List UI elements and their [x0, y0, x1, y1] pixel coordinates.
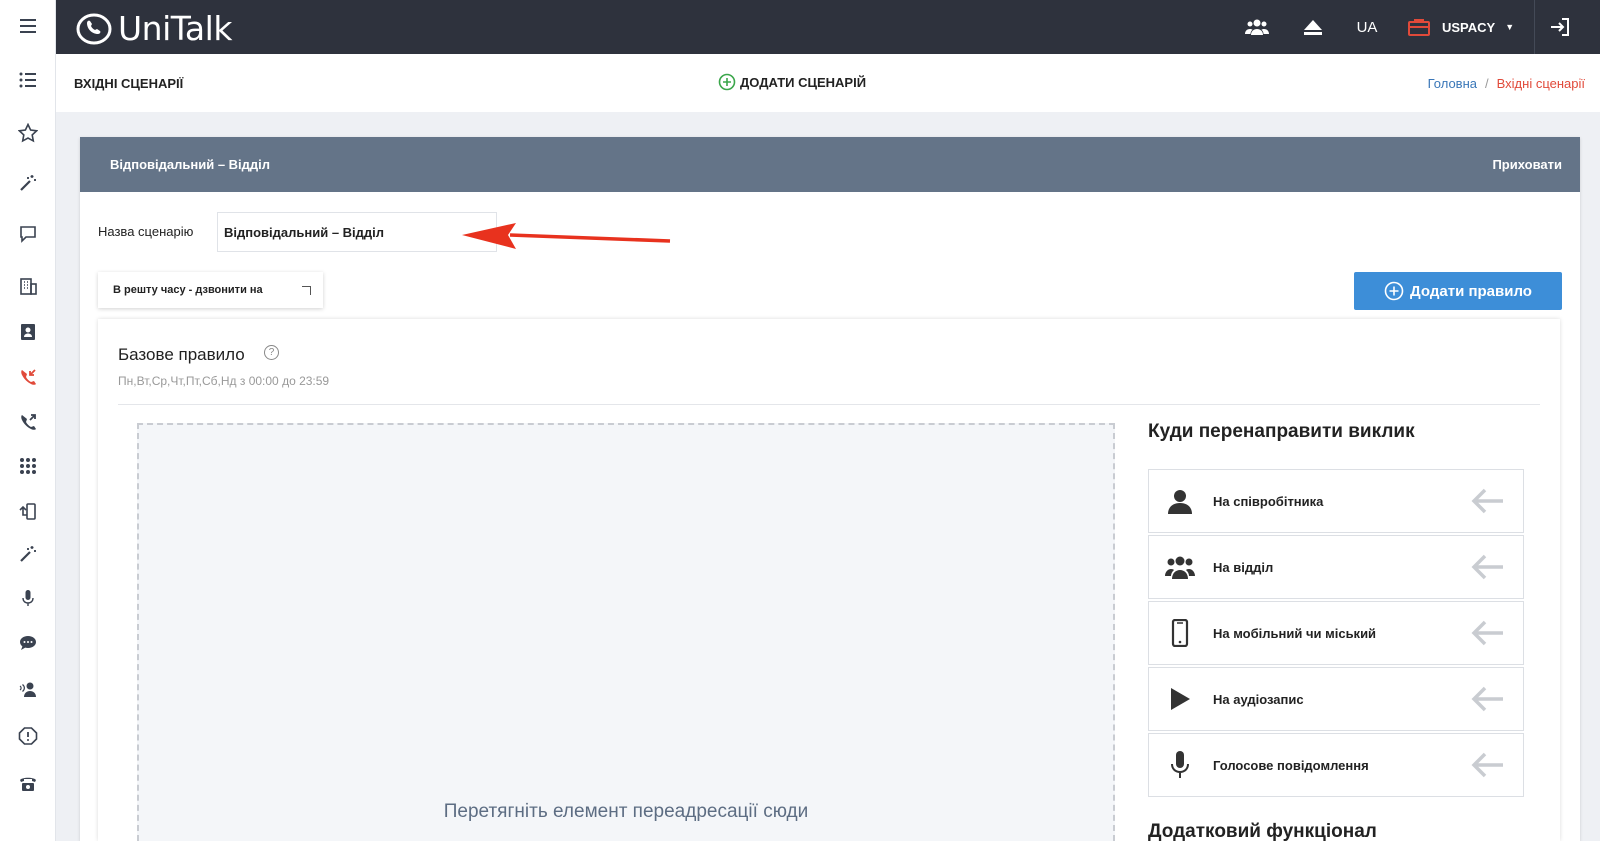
arrow-left-icon [1471, 752, 1503, 778]
contacts-icon[interactable] [0, 317, 56, 347]
microphone-icon [1165, 750, 1195, 780]
user-icon [1165, 486, 1195, 516]
logo-icon [76, 13, 112, 44]
plus-circle-icon [718, 73, 736, 91]
mobile-icon [1165, 618, 1195, 648]
company-name: USPACY [1442, 19, 1496, 35]
redirect-option-voicemail[interactable]: Голосове повідомлення [1148, 733, 1524, 797]
arrow-left-icon [1471, 554, 1503, 580]
arrow-left-icon [1471, 620, 1503, 646]
logo-text: UniTalk [118, 9, 232, 48]
chat-icon[interactable] [0, 219, 56, 249]
users-icon [1165, 552, 1195, 582]
redirect-title: Куди перенаправити виклик [1148, 421, 1415, 442]
help-icon[interactable]: ? [264, 345, 279, 360]
arrow-left-icon [1471, 488, 1503, 514]
phone-transfer-icon[interactable] [0, 496, 56, 526]
alert-icon[interactable] [0, 721, 56, 751]
logo[interactable]: UniTalk [74, 9, 232, 48]
briefcase-icon [1408, 19, 1430, 36]
rule-title: Базове правило [118, 345, 245, 364]
rest-time-label: В решту часу - дзвонити на [113, 284, 263, 296]
sidebar [0, 0, 56, 841]
annotation-arrow [462, 223, 671, 249]
incoming-call-icon[interactable] [0, 362, 56, 392]
add-rule-button[interactable]: Додати правило [1354, 272, 1562, 310]
magic-wand-icon[interactable] [0, 168, 56, 198]
magic-wand-icon[interactable] [0, 539, 56, 569]
chevron-down-icon: ▼ [1505, 22, 1515, 32]
drop-zone[interactable]: Перетягніть елемент переадресації сюди [137, 423, 1115, 841]
extra-features-title: Додатковий функціонал [1148, 821, 1377, 841]
rule-schedule: Пн,Вт,Ср,Чт,Пт,Сб,Нд з 00:00 до 23:59 [118, 374, 330, 388]
page-title: ВХІДНІ СЦЕНАРІЇ [74, 76, 184, 91]
users-icon[interactable] [1240, 0, 1274, 54]
scenario-card: Відповідальний – Відділ Приховати Назва … [80, 137, 1580, 841]
comments-icon[interactable] [0, 628, 56, 658]
add-scenario-label: ДОДАТИ СЦЕНАРІЙ [740, 74, 867, 90]
building-icon[interactable] [0, 271, 56, 301]
telephone-icon[interactable] [0, 768, 56, 798]
grid-icon[interactable] [0, 451, 56, 481]
add-rule-label: Додати правило [1410, 282, 1532, 300]
redirect-option-label: На співробітника [1213, 494, 1324, 509]
top-bar: UniTalk UA USPACY ▼ [56, 0, 1600, 54]
breadcrumb-current: Вхідні сценарії [1496, 76, 1585, 91]
divider [118, 404, 1540, 405]
rest-time-dropdown[interactable]: В решту часу - дзвонити на [98, 272, 323, 308]
plus-circle-icon [1384, 281, 1404, 301]
menu-icon[interactable] [0, 11, 56, 41]
redirect-option-employee[interactable]: На співробітника [1148, 469, 1524, 533]
card-header: Відповідальний – Відділ Приховати [80, 137, 1580, 192]
redirect-option-mobile[interactable]: На мобільний чи міський [1148, 601, 1524, 665]
page-header: ВХІДНІ СЦЕНАРІЇ ДОДАТИ СЦЕНАРІЙ Головна /… [56, 54, 1600, 112]
arrow-left-icon [1471, 686, 1503, 712]
scenario-name-label: Назва сценарію [98, 224, 194, 239]
corner-arrow-icon [302, 286, 311, 295]
scenario-name-input[interactable] [217, 212, 497, 252]
star-icon[interactable] [0, 118, 56, 148]
user-voice-icon[interactable] [0, 674, 56, 704]
redirect-option-label: Голосове повідомлення [1213, 758, 1369, 773]
eject-icon[interactable] [1296, 0, 1330, 54]
outgoing-call-icon[interactable] [0, 407, 56, 437]
play-icon [1165, 684, 1195, 714]
language-selector[interactable]: UA [1350, 0, 1384, 54]
add-scenario-button[interactable]: ДОДАТИ СЦЕНАРІЙ [718, 73, 866, 91]
hide-button[interactable]: Приховати [1492, 157, 1562, 172]
microphone-icon[interactable] [0, 583, 56, 613]
breadcrumb: Головна / Вхідні сценарії [1428, 76, 1585, 91]
card-title: Відповідальний – Відділ [110, 157, 271, 172]
redirect-option-label: На мобільний чи міський [1213, 626, 1377, 641]
redirect-option-label: На аудіозапис [1213, 692, 1304, 707]
breadcrumb-separator: / [1485, 76, 1489, 91]
base-rule-panel: Базове правило ? Пн,Вт,Ср,Чт,Пт,Сб,Нд з … [98, 319, 1560, 841]
list-icon[interactable] [0, 65, 56, 95]
logout-icon[interactable] [1534, 0, 1584, 54]
redirect-option-audio[interactable]: На аудіозапис [1148, 667, 1524, 731]
drop-zone-text: Перетягніть елемент переадресації сюди [443, 801, 809, 822]
breadcrumb-home[interactable]: Головна [1428, 76, 1477, 91]
redirect-option-department[interactable]: На відділ [1148, 535, 1524, 599]
redirect-option-label: На відділ [1213, 560, 1274, 575]
